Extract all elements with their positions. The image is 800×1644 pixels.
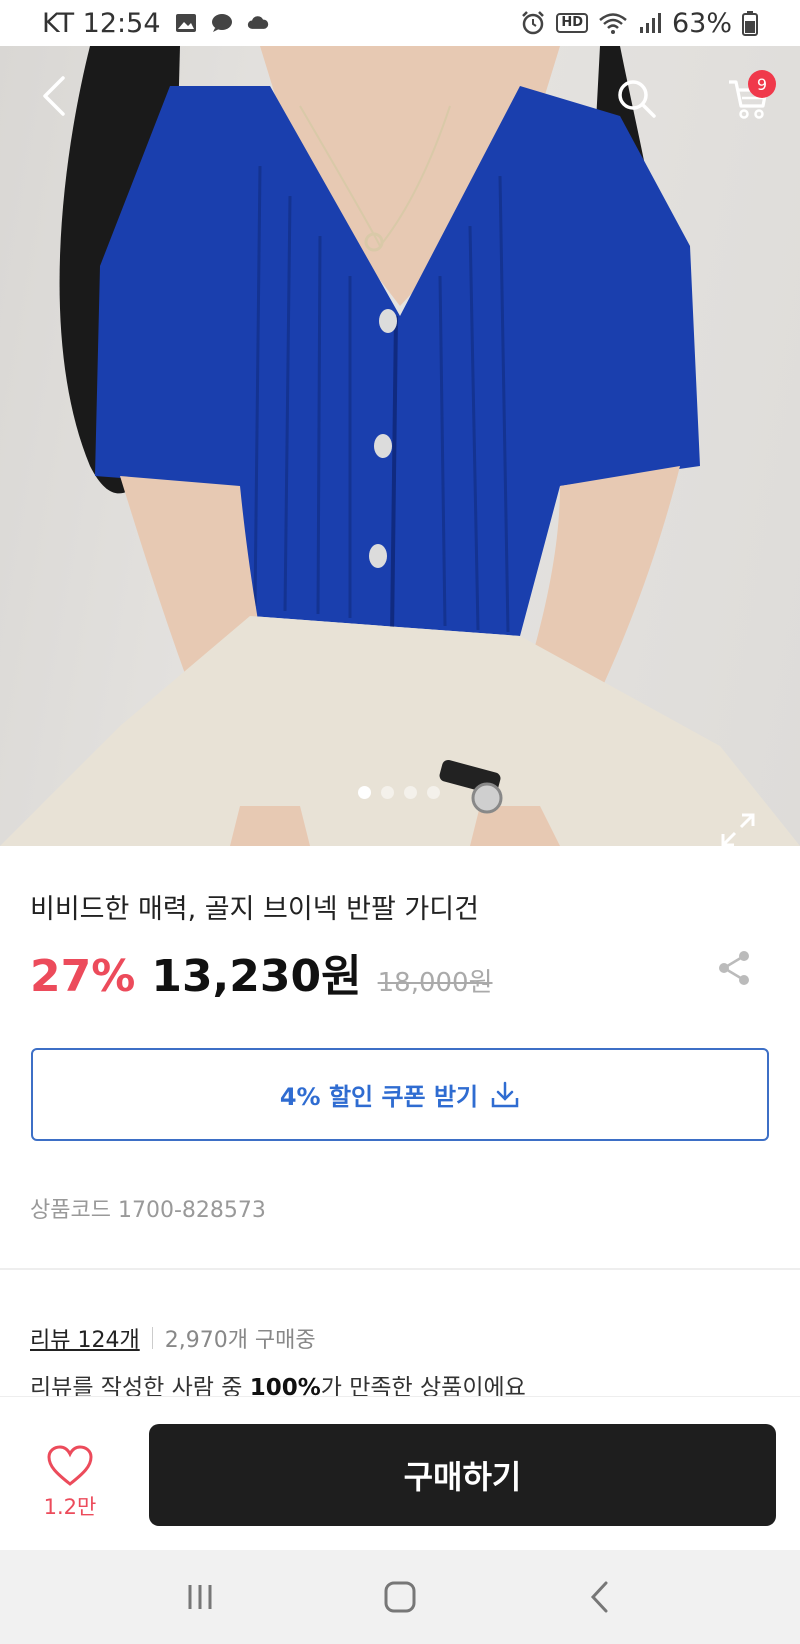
expand-icon [721,813,755,846]
gallery-icon [175,14,196,32]
carrier-time: KT 12:54 [42,7,161,39]
bottom-action-bar: 1.2만 구매하기 [0,1396,800,1550]
carousel-dot [381,786,394,799]
recent-apps-icon [188,1585,212,1609]
product-image-carousel[interactable]: 9 [0,46,800,846]
review-count-link[interactable]: 리뷰 124개 [30,1322,140,1354]
product-code: 상품코드 1700-828573 [30,1198,266,1223]
home-button[interactable] [370,1567,430,1627]
hd-badge: HD [556,13,588,33]
back-icon [43,76,65,116]
coupon-label: 4% 할인 쿠폰 받기 [279,1083,479,1111]
share-icon [719,951,749,985]
carousel-dot [358,786,371,799]
carousel-dot [427,786,440,799]
buying-count: 2,970개 구매중 [164,1328,316,1353]
carousel-dot [404,786,417,799]
share-button[interactable] [714,948,754,988]
nav-back-icon [590,1581,608,1613]
back-button[interactable] [30,72,78,120]
like-button[interactable]: 1.2만 [38,1445,102,1521]
cart-count-badge: 9 [748,70,776,98]
search-button[interactable] [610,72,662,124]
carousel-indicator [358,786,440,799]
home-icon [384,1581,416,1613]
discount-rate: 27% [30,951,136,1002]
section-divider [0,1268,800,1270]
battery-icon [742,11,758,36]
status-bar: KT 12:54 HD 63% [0,0,800,46]
fullscreen-button[interactable] [716,808,760,846]
chat-icon [211,14,232,32]
recent-apps-button[interactable] [170,1567,230,1627]
product-title: 비비드한 매력, 골지 브이넥 반팔 가디건 [30,894,479,925]
original-price: 18,000원 [377,968,493,998]
cart-button[interactable]: 9 [718,70,778,124]
price-row: 27% 13,230원 18,000원 [30,940,493,1004]
signal-icon [639,13,661,33]
cloud-icon [247,16,268,29]
heart-icon [47,1445,93,1486]
wifi-icon [599,13,627,34]
alarm-icon [522,11,545,35]
battery-percent: 63% [671,7,732,39]
review-summary: 리뷰 124개 2,970개 구매중 [30,1322,316,1354]
product-photo [0,46,800,846]
sale-price: 13,230원 [151,951,362,1002]
buy-button[interactable]: 구매하기 [149,1424,776,1526]
nav-back-button[interactable] [570,1567,630,1627]
download-icon [491,1081,519,1107]
download-coupon-button[interactable]: 4% 할인 쿠폰 받기 [31,1048,769,1141]
review-separator [151,1327,153,1349]
like-count: 1.2만 [43,1495,97,1519]
system-nav-bar [0,1550,800,1644]
search-icon [618,80,656,118]
